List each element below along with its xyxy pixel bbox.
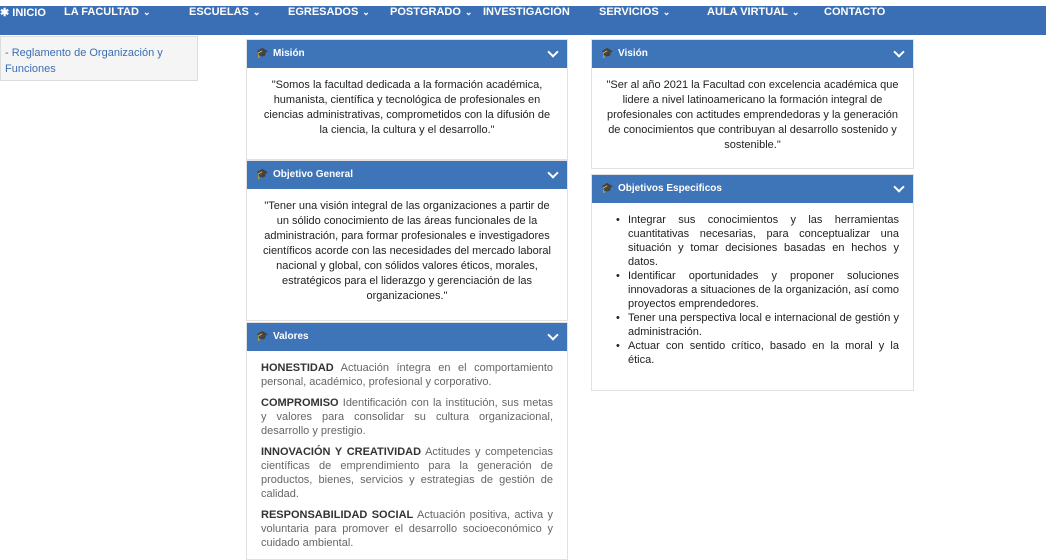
caret-down-icon: ⌄ [252, 7, 261, 17]
chevron-down-icon[interactable] [547, 167, 559, 179]
main-navbar: ✱ INICIO LA FACULTAD ⌄ ESCUELAS ⌄ EGRESADO… [0, 6, 1046, 35]
panel-header-vision[interactable]: 🎓 Visión [592, 40, 913, 68]
vision-text: "Ser al año 2021 la Facultad con excelen… [606, 79, 899, 151]
valor-item: INNOVACIÓN Y CREATIVIDAD Actitudes y com… [261, 445, 553, 501]
nav-item-investigacion[interactable]: INVESTIGACIÓN [483, 6, 570, 35]
chevron-down-icon[interactable] [547, 46, 559, 58]
nav-item-label: INVESTIGACIÓN [483, 6, 570, 18]
nav-item-label: CONTACTO [824, 6, 886, 18]
panel-objetivos-especificos: 🎓 Objetivos Especificos Integrar sus con… [591, 174, 914, 391]
panel-title: Misión [273, 48, 305, 59]
nav-item-egresados[interactable]: EGRESADOS ⌄ [288, 6, 370, 35]
panel-body-vision: "Ser al año 2021 la Facultad con excelen… [592, 68, 913, 163]
nav-item-label: ESCUELAS [189, 6, 249, 18]
graduation-cap-icon: 🎓 [601, 48, 614, 59]
panel-title: Visión [618, 48, 648, 59]
valor-name: INNOVACIÓN Y CREATIVIDAD [261, 446, 422, 458]
nav-item-la-facultad[interactable]: LA FACULTAD ⌄ [64, 6, 151, 35]
valor-item: RESPONSABILIDAD SOCIAL Actuación positiv… [261, 508, 553, 550]
nav-item-contacto[interactable]: CONTACTO [824, 6, 885, 35]
nav-item-postgrado[interactable]: POSTGRADO ⌄ [390, 6, 472, 35]
mision-text: "Somos la facultad dedicada a la formaci… [263, 79, 551, 136]
objetivo-general-text: "Tener una visión integral de las organi… [263, 200, 551, 302]
nav-item-escuelas[interactable]: ESCUELAS ⌄ [189, 6, 260, 35]
valor-name: COMPROMISO [261, 397, 339, 409]
list-item: Identificar oportunidades y proponer sol… [616, 269, 899, 311]
list-item: Tener una perspectiva local e internacio… [616, 311, 899, 339]
graduation-cap-icon: 🎓 [601, 183, 614, 194]
panel-body-mision: "Somos la facultad dedicada a la formaci… [247, 68, 567, 148]
caret-down-icon: ⌄ [142, 7, 151, 17]
chevron-down-icon[interactable] [893, 181, 905, 193]
list-item: Actuar con sentido crítico, basado en la… [616, 339, 899, 367]
valor-name: RESPONSABILIDAD SOCIAL [261, 509, 414, 521]
nav-item-label: EGRESADOS [288, 6, 359, 18]
caret-down-icon: ⌄ [791, 7, 800, 17]
graduation-cap-icon: 🎓 [256, 169, 269, 180]
panel-body-objetivos-especificos: Integrar sus conocimientos y las herrami… [592, 203, 913, 377]
valor-item: HONESTIDAD Actuación íntegra en el compo… [261, 361, 553, 389]
nav-item-label: AULA VIRTUAL [707, 6, 788, 18]
list-item: Integrar sus conocimientos y las herrami… [616, 213, 899, 269]
panel-title: Valores [273, 331, 309, 342]
caret-down-icon: ⌄ [464, 7, 473, 17]
valor-name: HONESTIDAD [261, 362, 334, 374]
panel-header-objetivos-especificos[interactable]: 🎓 Objetivos Especificos [592, 175, 913, 203]
nav-item-label: INICIO [12, 7, 46, 19]
panel-objetivo-general: 🎓 Objetivo General "Tener una visión int… [246, 160, 568, 321]
nav-item-servicios[interactable]: SERVICIOS ⌄ [599, 6, 670, 35]
panel-body-valores: HONESTIDAD Actuación íntegra en el compo… [247, 351, 567, 560]
graduation-cap-icon: 🎓 [256, 331, 269, 342]
panel-valores: 🎓 Valores HONESTIDAD Actuación íntegra e… [246, 322, 568, 560]
panel-mision: 🎓 Misión "Somos la facultad dedicada a l… [246, 39, 568, 160]
chevron-down-icon[interactable] [893, 46, 905, 58]
nav-item-aula-virtual[interactable]: AULA VIRTUAL ⌄ [707, 6, 799, 35]
nav-item-inicio[interactable]: ✱ INICIO [0, 6, 46, 35]
panel-body-objetivo-general: "Tener una visión integral de las organi… [247, 189, 567, 314]
objetivos-list: Integrar sus conocimientos y las herrami… [610, 213, 899, 367]
sidebar-link-reglamento[interactable]: - Reglamento de Organización y Funciones [5, 45, 195, 77]
valor-item: COMPROMISO Identificación con la institu… [261, 396, 553, 438]
chevron-down-icon[interactable] [547, 329, 559, 341]
caret-down-icon: ⌄ [662, 7, 671, 17]
nav-item-label: SERVICIOS [599, 6, 659, 18]
panel-title: Objetivo General [273, 169, 354, 180]
panel-title: Objetivos Especificos [618, 183, 722, 194]
caret-down-icon: ⌄ [362, 7, 370, 17]
sidebar: - Reglamento de Organización y Funciones [0, 36, 198, 81]
nav-item-label: LA FACULTAD [64, 6, 139, 18]
panel-header-objetivo-general[interactable]: 🎓 Objetivo General [247, 161, 567, 189]
panel-header-mision[interactable]: 🎓 Misión [247, 40, 567, 68]
graduation-cap-icon: 🎓 [256, 48, 269, 59]
panel-vision: 🎓 Visión "Ser al año 2021 la Facultad co… [591, 39, 914, 169]
nav-item-label: POSTGRADO [390, 6, 461, 18]
panel-header-valores[interactable]: 🎓 Valores [247, 323, 567, 351]
home-icon: ✱ [0, 7, 10, 19]
